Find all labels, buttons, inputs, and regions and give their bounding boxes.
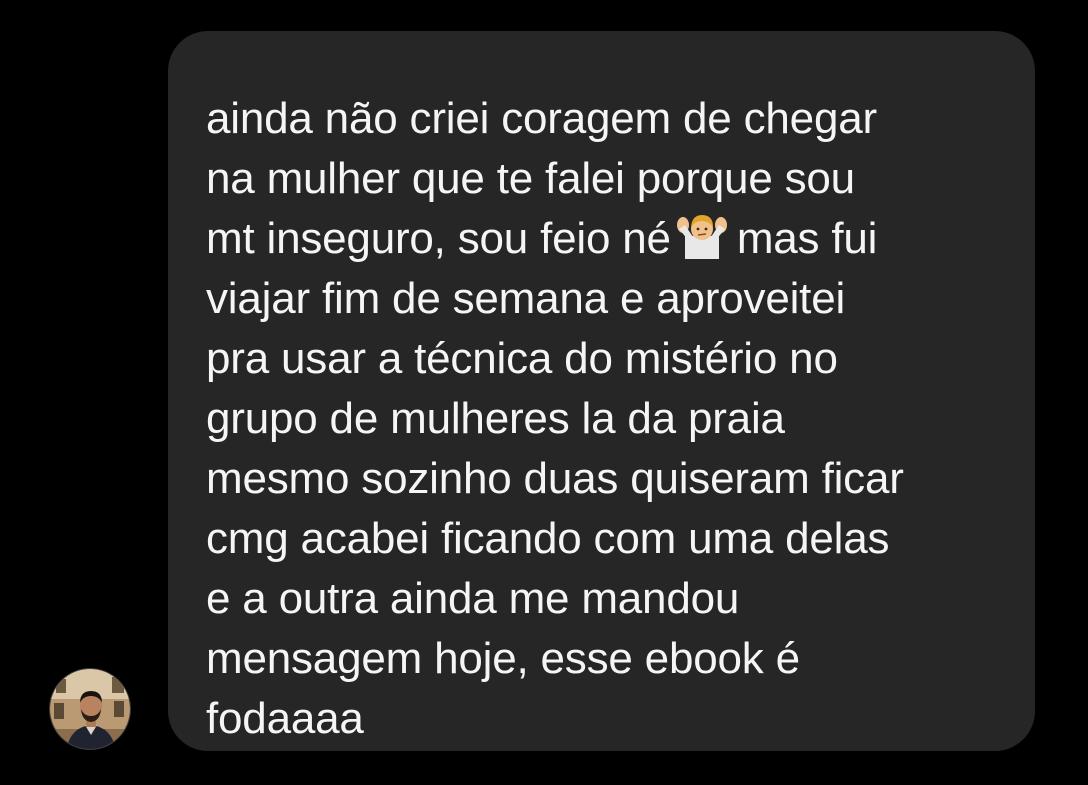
message-line: pra usar a técnica do mistério no: [206, 334, 838, 383]
message-line-text: mt inseguro, sou feio né: [206, 214, 671, 263]
message-line: e a outra ainda me mandou: [206, 574, 740, 623]
message-line: viajar fim de semana e aproveitei: [206, 274, 846, 323]
message-line: na mulher que te falei porque sou: [206, 154, 855, 203]
message-line: fodaaaa: [206, 694, 364, 743]
received-message-bubble[interactable]: ainda não criei coragem de chegar na mul…: [168, 31, 1035, 751]
message-line: mensagem hoje, esse ebook é: [206, 634, 800, 683]
message-line: ainda não criei coragem de chegar: [206, 94, 877, 143]
message-line: mt inseguro, sou feio né mas fui: [206, 209, 1005, 269]
message-line: mesmo sozinho duas quiseram ficar: [206, 454, 904, 503]
message-line-text: mas fui: [736, 214, 878, 263]
person-avatar-icon: [50, 669, 130, 749]
message-line: cmg acabei ficando com uma delas: [206, 514, 890, 563]
message-line: grupo de mulheres la da praia: [206, 394, 785, 443]
person-shrugging-icon: [675, 211, 729, 275]
sender-avatar[interactable]: [49, 668, 131, 750]
